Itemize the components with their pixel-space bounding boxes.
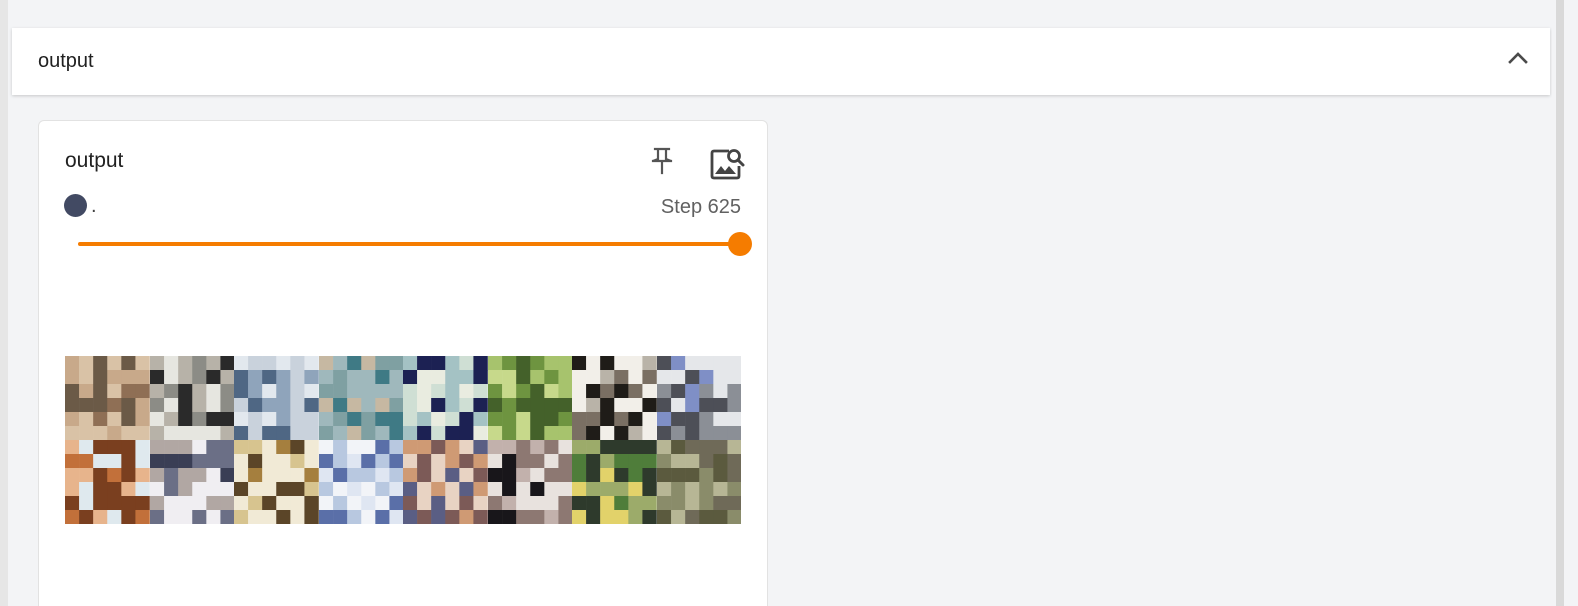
scrollbar-track[interactable]: [1556, 0, 1564, 606]
image-thumbnail: [572, 356, 657, 440]
group-title: output: [38, 50, 94, 72]
right-scrollbar[interactable]: [1552, 0, 1578, 606]
left-border: [0, 0, 8, 606]
chevron-up-icon: [1508, 51, 1528, 64]
image-thumbnail: [403, 356, 488, 440]
image-thumbnail: [318, 356, 403, 440]
image-thumbnail: [403, 440, 488, 524]
step-slider[interactable]: [78, 229, 752, 259]
image-thumbnail: [572, 440, 657, 524]
image-thumbnail: [234, 356, 319, 440]
tensorboard-images-panel: output output . Step 625: [0, 0, 1578, 606]
image-thumbnail: [487, 356, 572, 440]
collapse-button[interactable]: [1502, 42, 1534, 74]
image-thumbnail: [149, 356, 234, 440]
image-search-icon: [710, 149, 745, 180]
image-search-button[interactable]: [707, 143, 747, 183]
step-label: Step 625: [660, 196, 741, 218]
run-label: .: [91, 195, 97, 217]
pin-icon: [651, 147, 673, 175]
image-card: output . Step 625: [38, 120, 768, 606]
run-color-dot: [64, 194, 87, 217]
slider-track: [78, 242, 740, 246]
card-title: output: [65, 149, 124, 172]
pin-button[interactable]: [647, 145, 677, 177]
slider-thumb[interactable]: [728, 232, 752, 256]
image-sample-grid[interactable]: [65, 356, 741, 524]
image-thumbnail: [656, 440, 741, 524]
image-thumbnail: [65, 440, 150, 524]
image-thumbnail: [65, 356, 150, 440]
image-thumbnail: [234, 440, 319, 524]
image-thumbnail: [149, 440, 234, 524]
image-thumbnail: [318, 440, 403, 524]
image-thumbnail: [487, 440, 572, 524]
image-thumbnail: [656, 356, 741, 440]
card-group-header[interactable]: output: [12, 28, 1550, 95]
